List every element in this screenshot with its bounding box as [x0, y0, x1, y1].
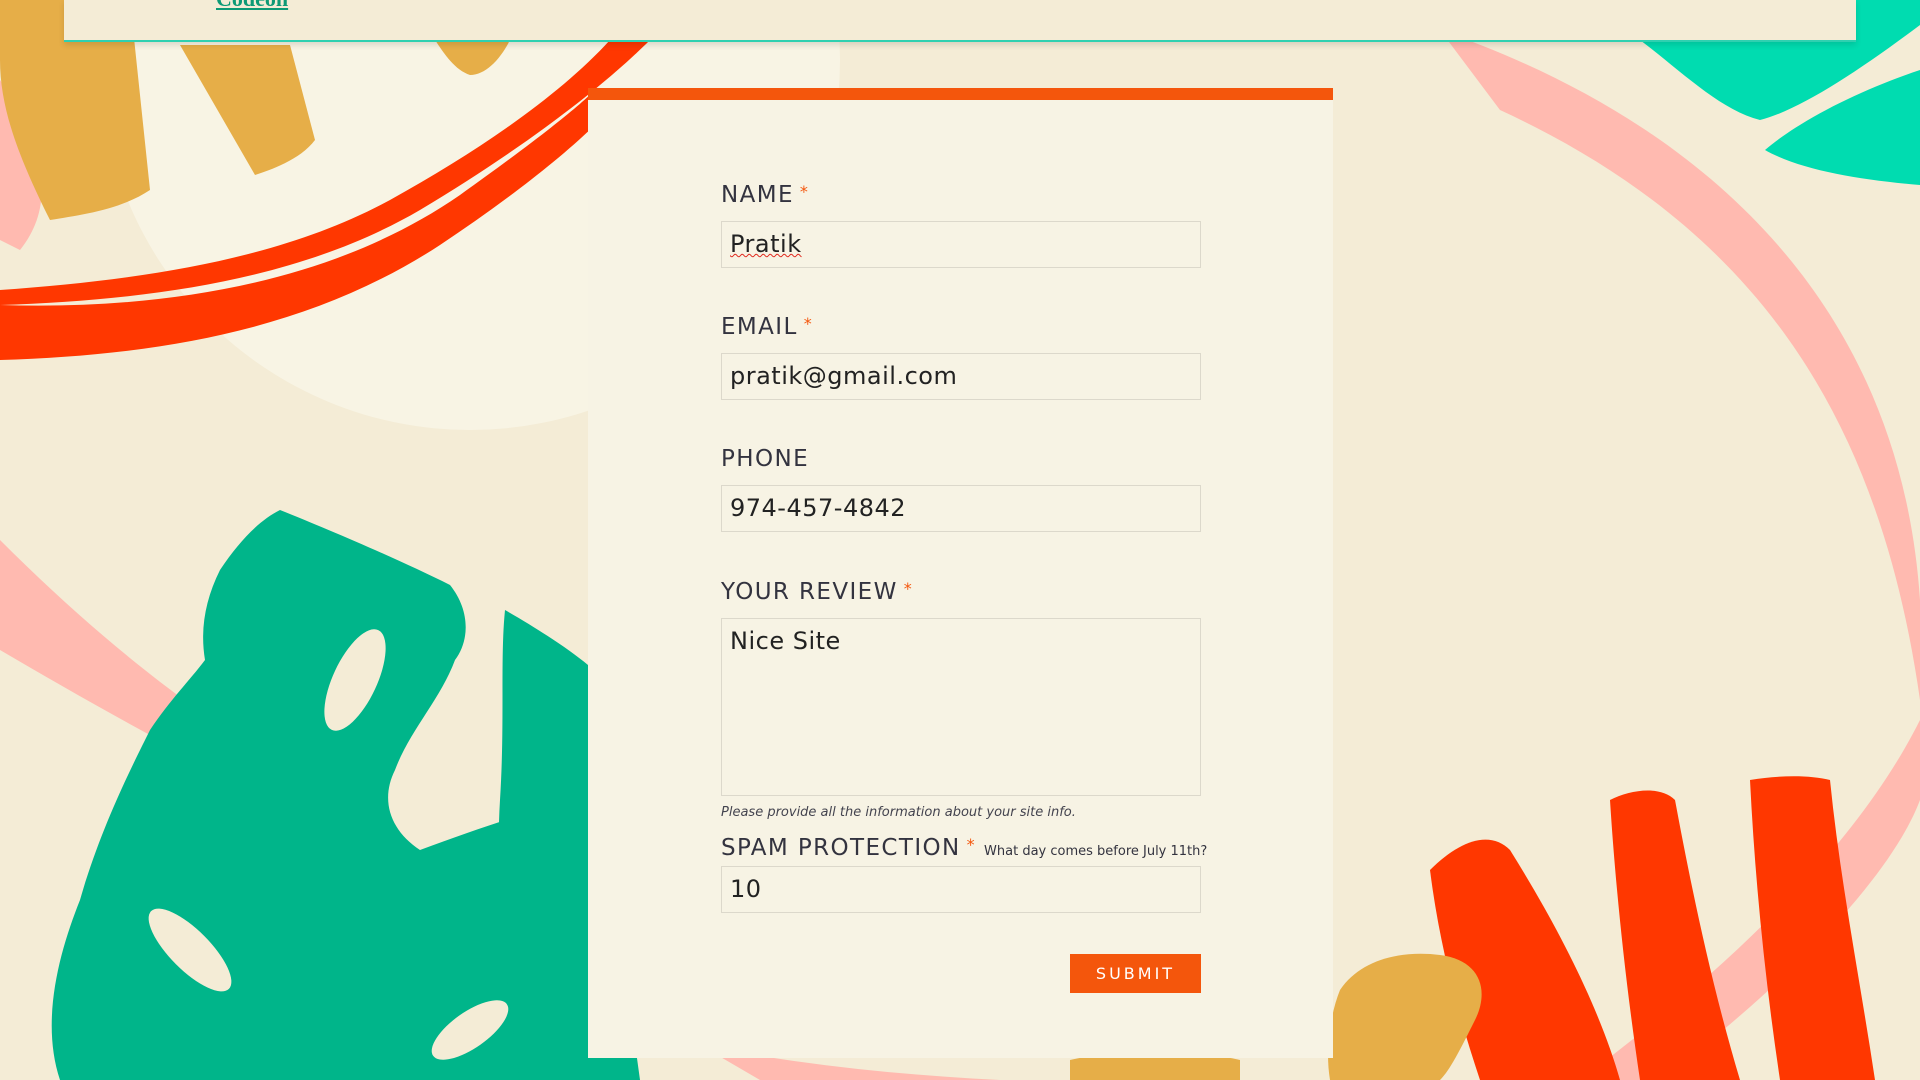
- spam-question: What day comes before July 11th?: [984, 844, 1208, 859]
- email-field[interactable]: pratik@gmail.com: [721, 353, 1201, 400]
- email-label: EMAIL *: [721, 314, 813, 340]
- review-textarea[interactable]: Nice Site: [721, 618, 1201, 796]
- review-label-text: YOUR REVIEW: [721, 579, 898, 605]
- green-leaf-frond: [498, 610, 588, 1080]
- submit-button[interactable]: SUBMIT: [1070, 954, 1201, 993]
- review-textarea-value: Nice Site: [730, 627, 841, 655]
- spam-protection-label: SPAM PROTECTION * What day comes before Ju…: [721, 835, 1207, 861]
- required-mark: *: [799, 182, 810, 201]
- spam-answer-field[interactable]: 10: [721, 866, 1201, 913]
- phone-label: PHONE: [721, 446, 809, 472]
- phone-field-value: 974-457-4842: [730, 494, 907, 522]
- mustard-blob-bottom: [1328, 953, 1482, 1080]
- email-label-text: EMAIL: [721, 314, 798, 340]
- top-banner: Codeon: [64, 0, 1856, 42]
- spam-label-text: SPAM PROTECTION: [721, 835, 961, 861]
- phone-field[interactable]: 974-457-4842: [721, 485, 1201, 532]
- banner-link[interactable]: Codeon: [216, 0, 288, 12]
- required-mark: *: [803, 314, 814, 333]
- spam-answer-value: 10: [730, 875, 762, 903]
- review-form-card: NAME * Pratik EMAIL * pratik@gmail.com PHO…: [588, 88, 1333, 1058]
- name-field-value: Pratik: [730, 230, 802, 258]
- review-help-text: Please provide all the information about…: [721, 805, 1076, 820]
- required-mark: *: [903, 579, 914, 598]
- name-label: NAME *: [721, 182, 809, 208]
- name-label-text: NAME: [721, 182, 794, 208]
- email-field-value: pratik@gmail.com: [730, 362, 958, 390]
- phone-label-text: PHONE: [721, 446, 810, 472]
- required-mark: *: [966, 835, 977, 854]
- name-field[interactable]: Pratik: [721, 221, 1201, 268]
- review-label: YOUR REVIEW *: [721, 579, 913, 605]
- red-stripe-2: [1610, 790, 1740, 1080]
